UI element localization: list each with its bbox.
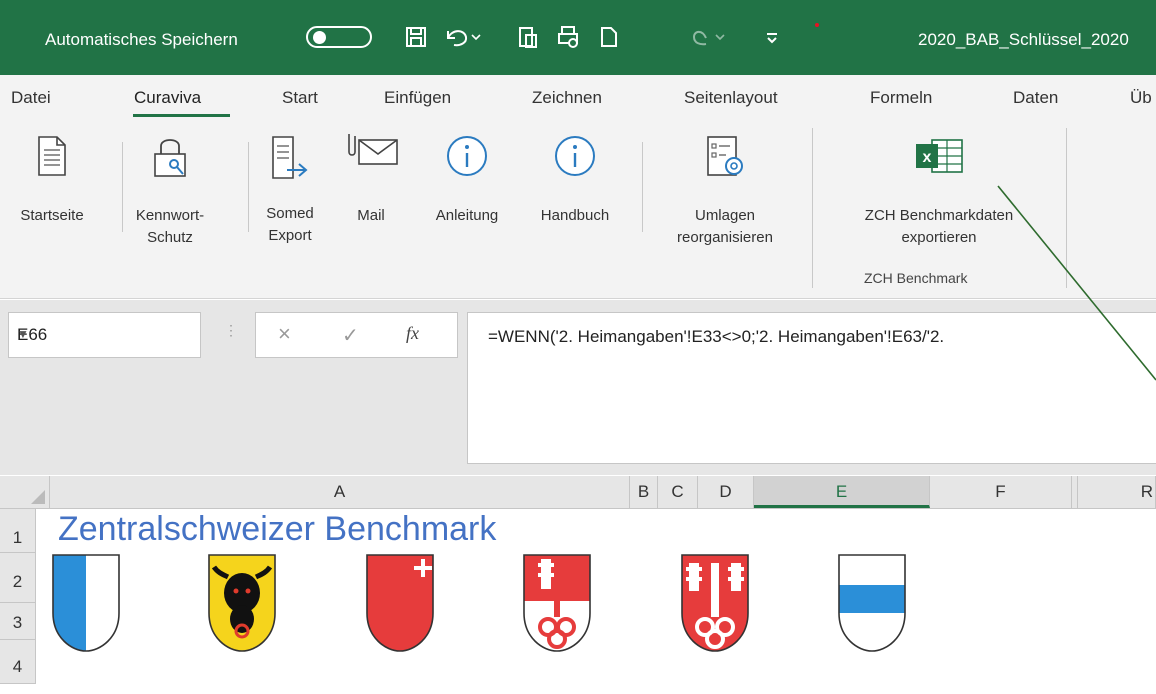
customize-qat-icon[interactable] xyxy=(760,22,784,52)
obwalden-crest xyxy=(523,554,591,652)
autosave-label: Automatisches Speichern xyxy=(45,30,238,49)
kennwort-label-2: Schutz xyxy=(147,229,193,246)
column-header-r[interactable]: R xyxy=(1078,476,1156,508)
column-header-c[interactable]: C xyxy=(658,476,698,508)
active-tab-indicator xyxy=(133,114,230,117)
startseite-button[interactable]: Startseite xyxy=(14,134,90,227)
sheet-title: Zentralschweizer Benchmark xyxy=(58,510,497,548)
row-header-4[interactable]: 4 xyxy=(0,640,36,684)
uri-crest xyxy=(208,554,276,652)
separator xyxy=(122,142,123,232)
separator xyxy=(1066,128,1067,288)
column-header-f[interactable]: F xyxy=(930,476,1072,508)
startseite-label: Startseite xyxy=(20,207,84,224)
umlagen-label-2: reorganisieren xyxy=(677,229,773,246)
document-icon xyxy=(14,134,90,185)
info-icon xyxy=(522,134,628,185)
name-box[interactable]: E66 ▼ xyxy=(8,312,201,358)
title-bar: Automatisches Speichern 2020_BAB_Schlüss… xyxy=(0,0,1156,75)
somed-label-1: Somed xyxy=(266,205,314,222)
separator xyxy=(248,142,249,232)
formula-input[interactable]: =WENN('2. Heimangaben'!E33<>0;'2. Heiman… xyxy=(467,312,1156,464)
anleitung-button[interactable]: Anleitung xyxy=(418,134,516,227)
tab-seitenlayout[interactable]: Seitenlayout xyxy=(684,88,778,108)
tab-start[interactable]: Start xyxy=(282,88,318,108)
somed-export-button[interactable]: Somed Export xyxy=(258,134,322,247)
list-settings-icon xyxy=(650,134,800,187)
redo-icon[interactable] xyxy=(690,22,730,52)
zch-label-1: ZCH Benchmarkdaten xyxy=(864,207,1014,224)
tab-datei[interactable]: Datei xyxy=(11,88,51,108)
formula-buttons: × ✓ fx xyxy=(255,312,458,358)
separator xyxy=(812,128,813,288)
umlagen-label-1: Umlagen xyxy=(694,207,756,224)
separator xyxy=(642,142,643,232)
schwyz-crest xyxy=(366,554,434,652)
excel-icon: x xyxy=(822,134,1056,185)
info-icon xyxy=(418,134,516,185)
cancel-icon[interactable]: × xyxy=(278,321,291,347)
formula-text: =WENN('2. Heimangaben'!E33<>0;'2. Heiman… xyxy=(488,327,945,346)
document-export-icon xyxy=(258,134,322,189)
formula-bar: E66 ▼ ⋮ × ✓ fx =WENN('2. Heimangaben'!E3… xyxy=(0,300,1156,475)
enter-icon[interactable]: ✓ xyxy=(342,323,359,348)
mail-label: Mail xyxy=(357,207,385,224)
tab-formeln[interactable]: Formeln xyxy=(870,88,932,108)
tab-curaviva[interactable]: Curaviva xyxy=(134,88,201,108)
handbuch-label: Handbuch xyxy=(540,207,610,224)
group-label-zch-benchmark: ZCH Benchmark xyxy=(864,270,968,286)
kennwort-label-1: Kennwort- xyxy=(135,207,205,224)
tab-ueberpruefen[interactable]: Üb xyxy=(1130,88,1152,108)
document-title: 2020_BAB_Schlüssel_2020 xyxy=(918,30,1129,49)
row-header-3[interactable]: 3 xyxy=(0,603,36,640)
print-preview-icon[interactable] xyxy=(555,22,583,52)
column-headers: A B C D E F R xyxy=(0,476,1156,509)
column-header-b[interactable]: B xyxy=(630,476,658,508)
umlagen-reorganisieren-button[interactable]: Umlagen reorganisieren xyxy=(650,134,800,249)
chevron-down-icon[interactable]: ▼ xyxy=(17,327,186,341)
toggle-knob xyxy=(313,31,326,44)
svg-text:x: x xyxy=(923,149,932,166)
column-header-d[interactable]: D xyxy=(698,476,754,508)
lock-key-icon xyxy=(126,134,214,187)
clipboard-icon[interactable] xyxy=(515,22,541,52)
row-header-2[interactable]: 2 xyxy=(0,553,36,603)
autosave-toggle[interactable] xyxy=(306,26,372,48)
column-header-a[interactable]: A xyxy=(50,476,630,508)
drag-handle-icon[interactable]: ⋮ xyxy=(224,322,238,339)
ribbon-panel: Startseite Kennwort- Schutz Somed Export… xyxy=(0,120,1156,299)
mail-icon xyxy=(340,130,402,177)
zug-crest xyxy=(838,554,906,652)
anleitung-label: Anleitung xyxy=(435,207,499,224)
select-all-corner[interactable] xyxy=(0,476,50,508)
somed-label-2: Export xyxy=(268,227,312,244)
tab-daten[interactable]: Daten xyxy=(1013,88,1058,108)
red-dot-marker xyxy=(815,23,819,27)
luzern-crest xyxy=(52,554,120,652)
column-header-e[interactable]: E xyxy=(754,476,930,508)
tab-zeichnen[interactable]: Zeichnen xyxy=(532,88,602,108)
new-document-icon[interactable] xyxy=(597,22,621,52)
kennwort-schutz-button[interactable]: Kennwort- Schutz xyxy=(126,134,214,249)
handbuch-button[interactable]: Handbuch xyxy=(522,134,628,227)
row-header-1[interactable]: 1 xyxy=(0,509,36,553)
undo-icon[interactable] xyxy=(442,22,482,52)
zch-label-2: exportieren xyxy=(901,229,977,246)
save-icon[interactable] xyxy=(402,22,430,52)
nidwalden-crest xyxy=(681,554,749,652)
zch-benchmarkdaten-export-button[interactable]: x ZCH Benchmarkdaten exportieren xyxy=(822,134,1056,249)
fx-icon[interactable]: fx xyxy=(406,323,419,344)
tab-einfuegen[interactable]: Einfügen xyxy=(384,88,451,108)
mail-button[interactable]: Mail xyxy=(340,130,402,227)
